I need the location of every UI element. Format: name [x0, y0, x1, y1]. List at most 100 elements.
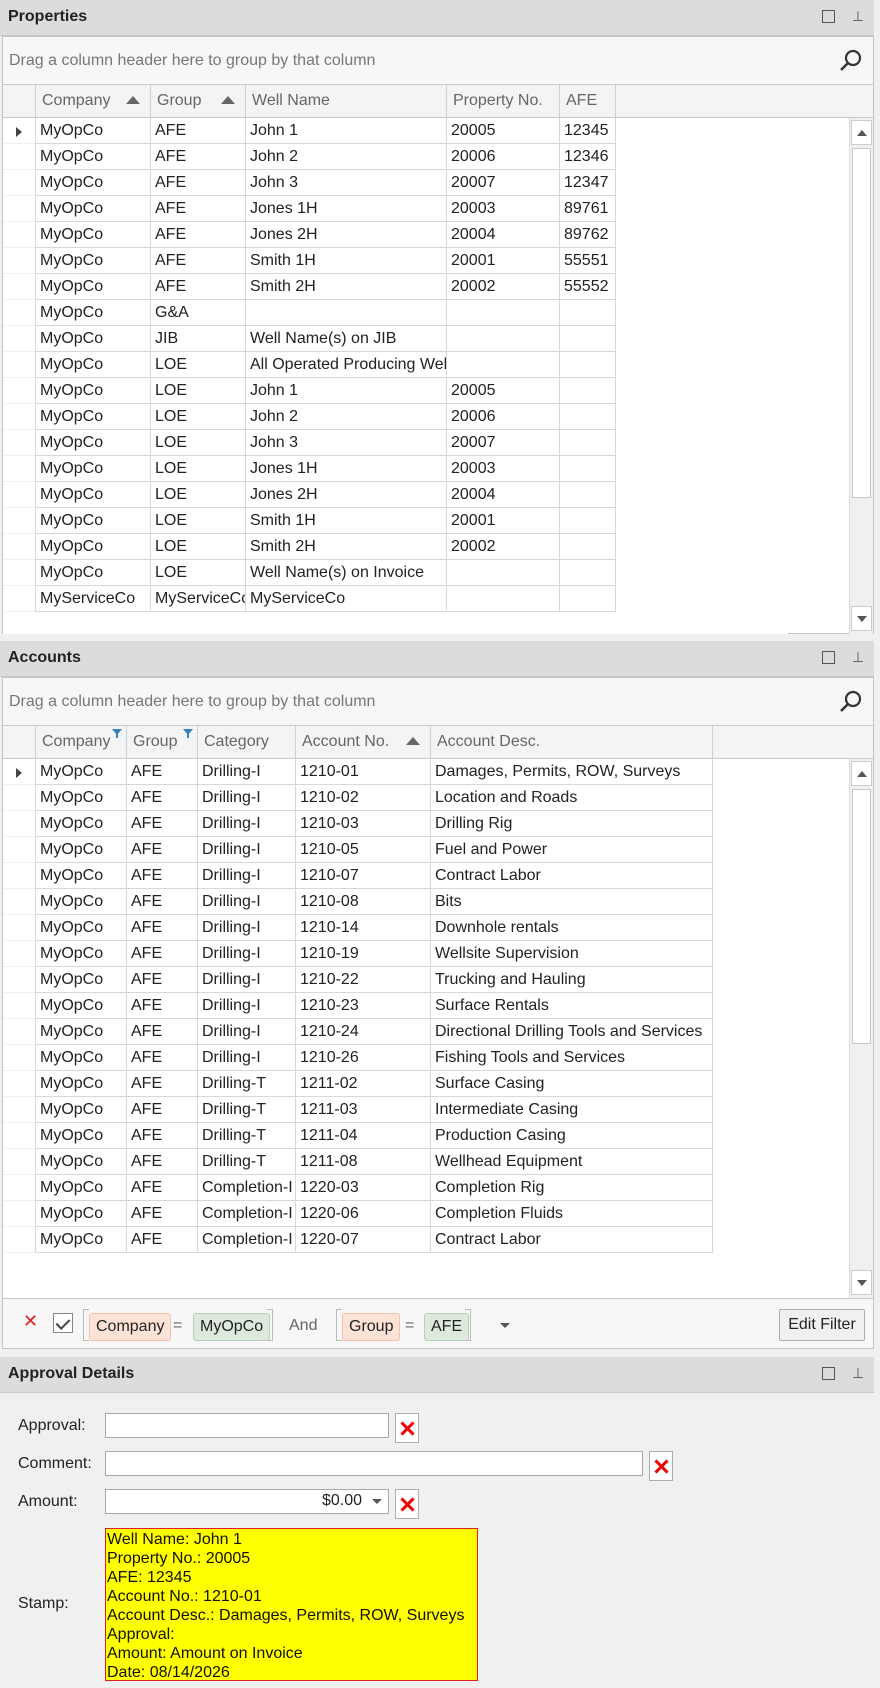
table-row[interactable]: MyOpCo LOE Smith 1H 20001 — [3, 508, 788, 534]
filter-icon[interactable] — [112, 729, 122, 738]
table-cell[interactable] — [560, 586, 616, 612]
table-cell[interactable]: MyOpCo — [36, 1045, 127, 1071]
table-cell[interactable]: 1210-24 — [296, 1019, 431, 1045]
table-cell[interactable]: Completion-I — [198, 1227, 296, 1253]
table-cell[interactable]: Completion Fluids — [431, 1201, 713, 1227]
table-cell[interactable]: Drilling-I — [198, 941, 296, 967]
stamp-box[interactable]: Well Name: John 1 Property No.: 20005 AFE:… — [105, 1528, 478, 1681]
table-cell[interactable]: 20005 — [447, 378, 560, 404]
table-cell[interactable]: AFE — [127, 1071, 198, 1097]
table-cell[interactable]: AFE — [151, 170, 246, 196]
table-cell[interactable]: Fishing Tools and Services — [431, 1045, 713, 1071]
row-indicator[interactable] — [3, 993, 36, 1019]
table-cell[interactable]: AFE — [127, 1045, 198, 1071]
table-cell[interactable]: MyOpCo — [36, 222, 151, 248]
row-indicator[interactable] — [3, 144, 36, 170]
table-cell[interactable]: Drilling-T — [198, 1149, 296, 1175]
table-cell[interactable] — [447, 300, 560, 326]
table-cell[interactable]: G&A — [151, 300, 246, 326]
table-row[interactable]: MyOpCo LOE All Operated Producing Wells — [3, 352, 788, 378]
table-cell[interactable]: MyOpCo — [36, 1097, 127, 1123]
table-cell[interactable]: 20001 — [447, 508, 560, 534]
table-row[interactable]: MyOpCo AFE Jones 1H 20003 89761 — [3, 196, 788, 222]
table-row[interactable]: MyOpCo AFE Drilling-T 1211-08 Wellhead Equip… — [3, 1149, 788, 1175]
row-indicator[interactable] — [3, 1123, 36, 1149]
search-icon[interactable] — [839, 689, 863, 713]
table-cell[interactable]: AFE — [127, 967, 198, 993]
table-cell[interactable]: Wellhead Equipment — [431, 1149, 713, 1175]
table-cell[interactable]: AFE — [127, 1201, 198, 1227]
table-row[interactable]: MyOpCo AFE Drilling-T 1211-02 Surface Casing — [3, 1071, 788, 1097]
table-cell[interactable]: AFE — [127, 1019, 198, 1045]
table-cell[interactable]: Drilling-I — [198, 863, 296, 889]
table-cell[interactable] — [560, 300, 616, 326]
clear-x-icon[interactable] — [649, 1451, 673, 1481]
table-cell[interactable]: Surface Casing — [431, 1071, 713, 1097]
table-cell[interactable]: 1211-03 — [296, 1097, 431, 1123]
table-cell[interactable]: AFE — [151, 222, 246, 248]
row-indicator[interactable] — [3, 785, 36, 811]
row-indicator[interactable] — [3, 170, 36, 196]
table-cell[interactable]: AFE — [127, 941, 198, 967]
table-cell[interactable]: MyOpCo — [36, 248, 151, 274]
table-cell[interactable]: AFE — [127, 1175, 198, 1201]
table-cell[interactable]: AFE — [127, 889, 198, 915]
table-cell[interactable]: LOE — [151, 508, 246, 534]
table-cell[interactable]: Jones 2H — [246, 482, 447, 508]
table-row[interactable]: MyOpCo AFE Drilling-I 1210-22 Trucking and H… — [3, 967, 788, 993]
table-cell[interactable]: AFE — [127, 837, 198, 863]
table-row[interactable]: MyServiceCo MyServiceCo MyServiceCo — [3, 586, 788, 612]
table-cell[interactable]: Smith 2H — [246, 274, 447, 300]
clear-x-icon[interactable] — [395, 1413, 419, 1443]
filter-value-myopco[interactable]: MyOpCo — [193, 1313, 271, 1341]
table-row[interactable]: MyOpCo AFE John 2 20006 12346 — [3, 144, 788, 170]
comment-input[interactable] — [105, 1451, 643, 1476]
row-indicator[interactable] — [3, 404, 36, 430]
table-cell[interactable] — [560, 560, 616, 586]
table-cell[interactable]: LOE — [151, 456, 246, 482]
table-cell[interactable]: MyOpCo — [36, 1227, 127, 1253]
row-indicator[interactable] — [3, 196, 36, 222]
table-cell[interactable]: AFE — [127, 1227, 198, 1253]
table-cell[interactable]: MyServiceCo — [151, 586, 246, 612]
row-indicator[interactable] — [3, 941, 36, 967]
table-cell[interactable]: Smith 1H — [246, 248, 447, 274]
table-cell[interactable]: Wellsite Supervision — [431, 941, 713, 967]
scroll-up-icon[interactable] — [851, 120, 872, 145]
row-indicator-icon[interactable] — [3, 759, 36, 785]
row-indicator[interactable] — [3, 508, 36, 534]
table-cell[interactable]: 20005 — [447, 118, 560, 144]
row-indicator[interactable] — [3, 1045, 36, 1071]
dropdown-icon[interactable] — [500, 1323, 510, 1328]
table-cell[interactable]: LOE — [151, 378, 246, 404]
table-row[interactable]: MyOpCo AFE Completion-I 1220-06 Completion F… — [3, 1201, 788, 1227]
table-cell[interactable]: 20002 — [447, 534, 560, 560]
table-cell[interactable]: 20006 — [447, 144, 560, 170]
filter-field-company[interactable]: Company — [89, 1313, 172, 1341]
table-cell[interactable]: AFE — [151, 274, 246, 300]
filter-conjunction[interactable]: And — [283, 1313, 323, 1341]
table-cell[interactable]: AFE — [127, 785, 198, 811]
table-cell[interactable]: John 3 — [246, 430, 447, 456]
column-header-account-no[interactable]: Account No. — [296, 726, 431, 759]
table-cell[interactable]: Drilling-I — [198, 889, 296, 915]
table-cell[interactable]: Trucking and Hauling — [431, 967, 713, 993]
table-row[interactable]: MyOpCo AFE Drilling-I 1210-19 Wellsite Super… — [3, 941, 788, 967]
table-cell[interactable]: 1210-02 — [296, 785, 431, 811]
row-indicator-icon[interactable] — [3, 118, 36, 144]
table-cell[interactable]: AFE — [127, 811, 198, 837]
table-row[interactable]: MyOpCo AFE Drilling-I 1210-08 Bits — [3, 889, 788, 915]
table-cell[interactable]: LOE — [151, 352, 246, 378]
table-cell[interactable]: Drilling-I — [198, 967, 296, 993]
row-indicator[interactable] — [3, 889, 36, 915]
table-cell[interactable]: MyOpCo — [36, 326, 151, 352]
scroll-up-icon[interactable] — [851, 761, 872, 786]
column-header-category[interactable]: Category — [198, 726, 296, 759]
table-cell[interactable]: Drilling-T — [198, 1071, 296, 1097]
table-cell[interactable]: Drilling-I — [198, 993, 296, 1019]
table-cell[interactable]: Intermediate Casing — [431, 1097, 713, 1123]
pin-icon[interactable]: ⊥ — [850, 8, 866, 24]
table-row[interactable]: MyOpCo AFE Smith 1H 20001 55551 — [3, 248, 788, 274]
column-header-well-name[interactable]: Well Name — [246, 85, 447, 118]
row-indicator[interactable] — [3, 248, 36, 274]
